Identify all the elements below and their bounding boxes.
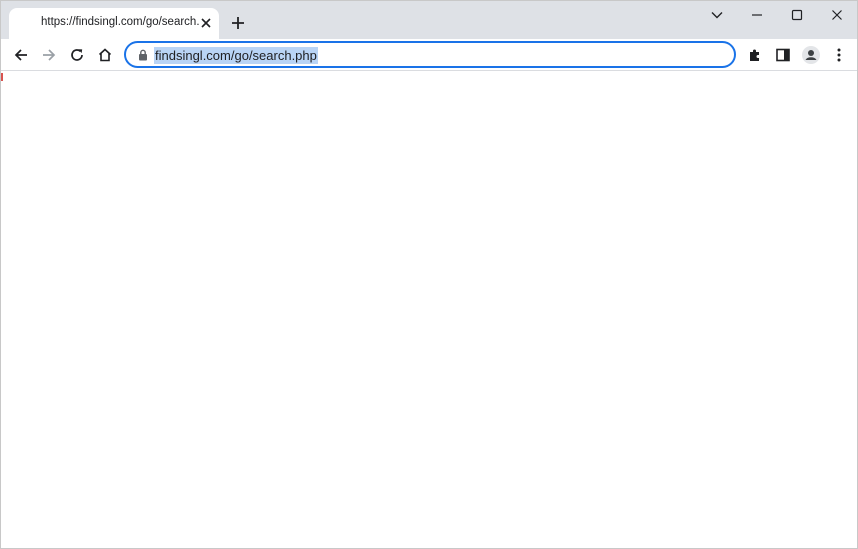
tab-active[interactable]: https://findsingl.com/go/search.php (9, 8, 219, 39)
maximize-icon[interactable] (787, 5, 807, 25)
tab-close-icon[interactable] (199, 16, 213, 30)
address-bar[interactable]: findsingl.com/go/search.php (124, 41, 736, 68)
back-arrow-icon[interactable] (9, 43, 33, 67)
toolbar: findsingl.com/go/search.php (1, 39, 857, 71)
edge-artifact (1, 73, 3, 81)
lock-icon[interactable] (136, 48, 150, 62)
extensions-puzzle-icon[interactable] (743, 43, 767, 67)
side-panel-icon[interactable] (771, 43, 795, 67)
minimize-icon[interactable] (747, 5, 767, 25)
browser-window: https://findsingl.com/go/search.php (0, 0, 858, 549)
page-content (1, 71, 857, 548)
forward-arrow-icon[interactable] (37, 43, 61, 67)
url-text[interactable]: findsingl.com/go/search.php (154, 47, 318, 64)
home-icon[interactable] (93, 43, 117, 67)
menu-kebab-icon[interactable] (827, 43, 851, 67)
profile-avatar-icon[interactable] (799, 43, 823, 67)
tab-strip: https://findsingl.com/go/search.php (1, 1, 857, 39)
close-window-icon[interactable] (827, 5, 847, 25)
tab-title: https://findsingl.com/go/search.php (41, 16, 199, 28)
tab-search-chevron-icon[interactable] (707, 5, 727, 25)
reload-icon[interactable] (65, 43, 89, 67)
new-tab-icon[interactable] (229, 14, 247, 32)
